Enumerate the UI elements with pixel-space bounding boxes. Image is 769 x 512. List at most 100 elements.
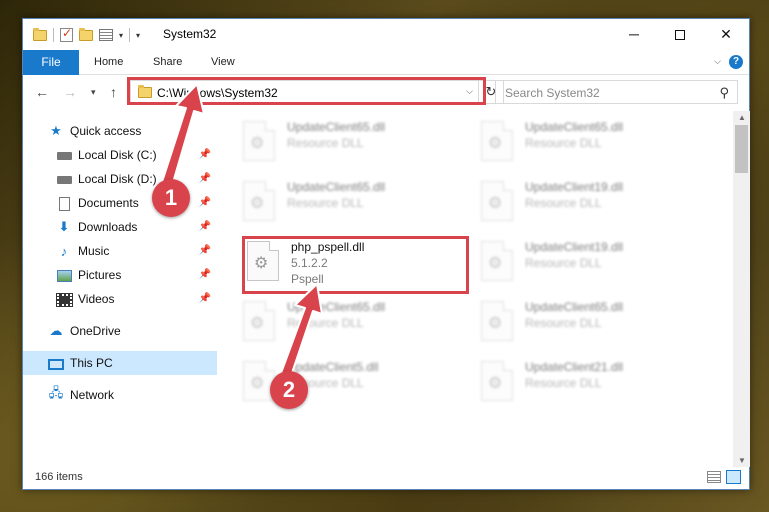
download-arrow-icon: ⬇ <box>58 219 70 234</box>
status-bar: 166 items <box>23 467 749 489</box>
pin-icon[interactable]: 📌 <box>199 197 211 208</box>
pin-icon[interactable]: 📌 <box>199 293 211 304</box>
nav-label: Documents <box>78 196 139 210</box>
tab-view[interactable]: View <box>211 50 235 75</box>
documents-icon <box>55 195 73 211</box>
minimize-button[interactable]: ─ <box>611 19 657 50</box>
maximize-icon <box>675 30 685 41</box>
tab-share[interactable]: Share <box>153 50 182 75</box>
pin-icon[interactable]: 📌 <box>199 221 211 232</box>
close-icon: ✕ <box>720 26 732 42</box>
file-name: UpdateClient65.dll <box>287 180 386 194</box>
file-description: Resource DLL <box>525 376 602 390</box>
expand-ribbon-icon[interactable]: ⌵ <box>714 56 721 67</box>
file-item[interactable]: ⚙ UpdateClient21.dll Resource DLL <box>481 357 711 409</box>
file-description: Resource DLL <box>525 316 602 330</box>
nav-this-pc[interactable]: This PC <box>23 351 217 375</box>
nav-label: Music <box>78 244 110 258</box>
search-icon[interactable]: ⚲ <box>719 85 729 101</box>
toolbar-separator <box>129 28 131 42</box>
back-arrow-icon[interactable]: ← <box>35 84 49 100</box>
large-icons-view-icon[interactable] <box>726 470 741 484</box>
file-item[interactable]: ⚙ UpdateClient65.dll Resource DLL <box>243 117 473 169</box>
file-item[interactable]: ⚙ UpdateClient19.dll Resource DLL <box>481 177 711 229</box>
nav-downloads[interactable]: ⬇ Downloads 📌 <box>23 215 217 239</box>
cloud-icon: ☁ <box>49 323 63 338</box>
nav-local-disk-d[interactable]: Local Disk (D:) 📌 <box>23 167 217 191</box>
nav-label: This PC <box>70 356 113 370</box>
pin-icon[interactable]: 📌 <box>199 245 211 256</box>
gear-icon: ⚙ <box>488 375 503 392</box>
title-bar: ▾ ▾ System32 ─ ✕ <box>23 19 749 50</box>
nav-local-disk-c[interactable]: Local Disk (C:) 📌 <box>23 143 217 167</box>
gear-icon: ⚙ <box>250 375 265 392</box>
file-item[interactable]: ⚙ UpdateClient19.dll Resource DLL <box>481 237 711 289</box>
address-highlight-box <box>127 77 486 105</box>
nav-music[interactable]: ♪ Music 📌 <box>23 239 217 263</box>
minimize-icon: ─ <box>629 26 639 42</box>
maximize-button[interactable] <box>657 19 703 50</box>
nav-label: Network <box>70 388 115 402</box>
details-view-icon[interactable] <box>707 471 721 483</box>
nav-onedrive[interactable]: ☁ OneDrive <box>23 319 217 343</box>
scroll-down-icon[interactable]: ▼ <box>738 456 746 465</box>
gear-icon: ⚙ <box>488 255 503 272</box>
step-callout-1: 1 <box>152 179 190 217</box>
gear-icon: ⚙ <box>250 135 265 152</box>
help-icon[interactable]: ? <box>729 55 743 69</box>
file-item[interactable]: ⚙ UpdateClient65.dll Resource DLL <box>243 177 473 229</box>
dll-file-icon: ⚙ <box>481 181 513 221</box>
close-button[interactable]: ✕ <box>703 19 749 50</box>
gear-icon: ⚙ <box>488 135 503 152</box>
customize-toolbar-icon[interactable]: ▾ <box>136 31 140 40</box>
folder-icon <box>33 27 47 41</box>
scroll-thumb[interactable] <box>735 125 748 173</box>
drive-icon <box>55 148 73 163</box>
chevron-down-icon[interactable]: ▾ <box>119 31 123 40</box>
search-input[interactable]: Search System32 ⚲ <box>495 80 738 104</box>
file-item[interactable]: ⚙ UpdateClient65.dll Resource DLL <box>481 117 711 169</box>
gear-icon: ⚙ <box>488 315 503 332</box>
file-name: UpdateClient21.dll <box>525 360 624 374</box>
vertical-scrollbar[interactable]: ▲ ▼ <box>733 111 750 467</box>
scroll-up-icon[interactable]: ▲ <box>738 113 746 122</box>
nav-quick-access[interactable]: ★ Quick access <box>23 119 217 143</box>
nav-label: Quick access <box>70 124 142 138</box>
dll-file-icon: ⚙ <box>243 301 275 341</box>
pin-icon[interactable]: 📌 <box>199 149 211 160</box>
properties-icon[interactable] <box>99 29 113 41</box>
nav-label: Pictures <box>78 268 122 282</box>
gear-icon: ⚙ <box>250 315 265 332</box>
pin-icon[interactable]: 📌 <box>199 173 211 184</box>
nav-label: Videos <box>78 292 115 306</box>
file-name: UpdateClient65.dll <box>287 300 386 314</box>
forward-arrow-icon[interactable]: → <box>63 84 77 100</box>
nav-network[interactable]: 🖧 Network <box>23 383 217 407</box>
file-name: UpdateClient65.dll <box>287 120 386 134</box>
new-folder-icon[interactable] <box>79 27 93 41</box>
nav-pictures[interactable]: Pictures 📌 <box>23 263 217 287</box>
dll-file-icon: ⚙ <box>243 181 275 221</box>
dll-file-icon: ⚙ <box>481 301 513 341</box>
tab-home[interactable]: Home <box>94 50 123 75</box>
nav-label: OneDrive <box>70 324 121 338</box>
computer-icon <box>47 356 65 371</box>
search-placeholder: Search System32 <box>505 86 600 100</box>
dll-file-icon: ⚙ <box>481 121 513 161</box>
dll-file-icon: ⚙ <box>481 361 513 401</box>
up-arrow-icon[interactable]: ↑ <box>110 84 117 100</box>
file-item[interactable]: ⚙ UpdateClient65.dll Resource DLL <box>243 297 473 349</box>
recent-locations-icon[interactable]: ▾ <box>91 87 96 98</box>
nav-videos[interactable]: Videos 📌 <box>23 287 217 311</box>
file-description: Resource DLL <box>287 136 364 150</box>
file-name: UpdateClient65.dll <box>525 120 624 134</box>
file-name: UpdateClient19.dll <box>525 240 624 254</box>
drive-icon <box>55 172 73 187</box>
ribbon-tabs: File Home Share View ⌵ ? <box>23 50 749 75</box>
tab-file[interactable]: File <box>23 50 79 75</box>
properties-check-icon[interactable] <box>60 26 73 42</box>
item-count: 166 items <box>35 471 83 483</box>
pin-icon[interactable]: 📌 <box>199 269 211 280</box>
step-callout-2: 2 <box>270 371 308 409</box>
file-item[interactable]: ⚙ UpdateClient65.dll Resource DLL <box>481 297 711 349</box>
